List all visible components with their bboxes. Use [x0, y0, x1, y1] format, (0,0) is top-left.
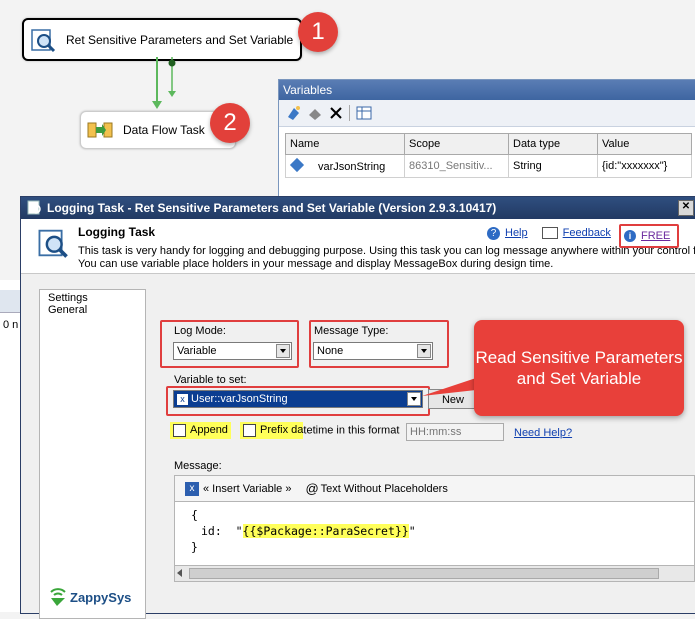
message-toolbar: x « Insert Variable » @ Text Without Pla…	[174, 475, 695, 501]
info-icon: i	[624, 230, 636, 242]
task-2-label: Data Flow Task	[123, 123, 205, 137]
append-label: Append	[190, 424, 228, 437]
table-row[interactable]: varJsonString 86310_Sensitiv... String {…	[285, 154, 692, 178]
prefix-checkbox-wrap[interactable]: Prefix da	[240, 422, 304, 440]
move-variable-icon[interactable]	[307, 105, 323, 121]
append-checkbox[interactable]	[173, 424, 186, 437]
scroll-left-icon[interactable]	[177, 569, 182, 577]
nav-general[interactable]: General	[48, 304, 137, 316]
variable-to-set-label: Variable to set:	[174, 374, 247, 386]
log-mode-value: Variable	[177, 345, 217, 357]
variable-icon	[289, 157, 305, 172]
nav-settings[interactable]: Settings	[48, 292, 137, 304]
text-without-placeholders-button[interactable]: Text Without Placeholders	[321, 483, 448, 495]
dialog-title-bar: Logging Task - Ret Sensitive Parameters …	[21, 197, 695, 219]
header-desc-2: You can use variable place holders in yo…	[78, 258, 554, 270]
cell-type: String	[508, 154, 598, 178]
message-type-label: Message Type:	[314, 325, 389, 337]
cell-name: varJsonString	[285, 154, 405, 178]
settings-nav: Settings General ZappySys	[39, 289, 146, 619]
chevron-down-icon	[276, 344, 290, 358]
prefix-checkbox[interactable]	[243, 424, 256, 437]
variable-x-icon: x	[177, 394, 188, 405]
chevron-down-icon	[407, 392, 421, 406]
col-value: Value	[597, 133, 692, 155]
append-row: Append	[170, 422, 231, 440]
variables-toolbar	[279, 100, 695, 127]
dialog-app-icon	[27, 200, 41, 215]
free-link[interactable]: FREE	[641, 230, 670, 242]
secret-placeholder: {{$Package::ParaSecret}}	[242, 524, 409, 538]
background-pane-text: 0 n	[3, 319, 19, 331]
col-name: Name	[285, 133, 405, 155]
header-desc-1: This task is very handy for logging and …	[78, 245, 695, 257]
col-scope: Scope	[404, 133, 509, 155]
free-link-box[interactable]: i FREE	[619, 224, 679, 248]
col-data-type: Data type	[508, 133, 598, 155]
prefix-label-rest: tetime in this format	[303, 424, 400, 437]
grid-options-icon[interactable]	[356, 105, 372, 121]
variables-table: Name Scope Data type Value varJsonString…	[285, 133, 692, 178]
message-label: Message:	[174, 460, 222, 472]
variables-window-title: Variables	[279, 80, 695, 100]
step-badge-1: 1	[298, 12, 338, 52]
email-icon	[541, 227, 558, 239]
insert-variable-icon: x	[185, 481, 199, 496]
logging-task-header-icon	[38, 229, 68, 258]
data-flow-icon	[87, 122, 113, 138]
background-pane: 0 n	[0, 280, 21, 612]
message-type-select[interactable]: None	[313, 342, 433, 360]
annotation-callout: Read Sensitive Parameters and Set Variab…	[474, 320, 684, 416]
header-heading: Logging Task	[78, 225, 156, 239]
chevron-down-icon	[417, 344, 431, 358]
date-format-input[interactable]	[406, 423, 504, 441]
variable-to-set-select[interactable]: x User::varJsonString	[173, 390, 423, 408]
variable-to-set-value: User::varJsonString	[191, 393, 288, 405]
logging-task-icon	[31, 28, 56, 52]
code-line-3: }	[191, 540, 198, 554]
at-icon: @	[305, 481, 319, 496]
code-line-2: id: "{{$Package::ParaSecret}}"	[201, 524, 416, 538]
scroll-thumb[interactable]	[189, 568, 659, 579]
insert-variable-button[interactable]: « Insert Variable »	[203, 483, 291, 495]
feedback-link[interactable]: Feedback	[563, 227, 611, 239]
message-horizontal-scrollbar[interactable]	[174, 565, 695, 582]
dialog-title: Logging Task - Ret Sensitive Parameters …	[47, 201, 497, 215]
cell-scope: 86310_Sensitiv...	[404, 154, 509, 178]
task-ret-sensitive-params[interactable]: Ret Sensitive Parameters and Set Variabl…	[22, 18, 302, 61]
add-variable-icon[interactable]	[285, 105, 301, 121]
need-help-link[interactable]: Need Help?	[514, 427, 572, 439]
step-badge-2: 2	[210, 103, 250, 143]
dialog-header: Logging Task This task is very handy for…	[21, 219, 695, 274]
log-mode-label: Log Mode:	[174, 325, 226, 337]
code-line-1: {	[191, 508, 198, 522]
help-link[interactable]: Help	[505, 227, 528, 239]
cell-value: {id:"xxxxxxx"}	[597, 154, 692, 178]
svg-text:ZappySys: ZappySys	[70, 590, 131, 605]
precedence-connector	[152, 57, 176, 109]
task-1-label: Ret Sensitive Parameters and Set Variabl…	[66, 32, 294, 47]
prefix-label-highlight: Prefix da	[260, 424, 304, 437]
append-checkbox-wrap[interactable]: Append	[170, 422, 231, 440]
help-icon: ?	[487, 226, 500, 240]
close-icon[interactable]: ✕	[678, 200, 694, 216]
prefix-row: Prefix datetime in this format	[240, 422, 400, 440]
zappysys-logo: ZappySys	[50, 588, 131, 606]
variables-window: Variables Name Scope Data type Value var…	[278, 79, 695, 197]
callout-pointer	[422, 378, 476, 396]
log-mode-select[interactable]: Variable	[173, 342, 292, 360]
message-type-value: None	[317, 345, 344, 357]
delete-variable-icon[interactable]	[329, 106, 343, 120]
